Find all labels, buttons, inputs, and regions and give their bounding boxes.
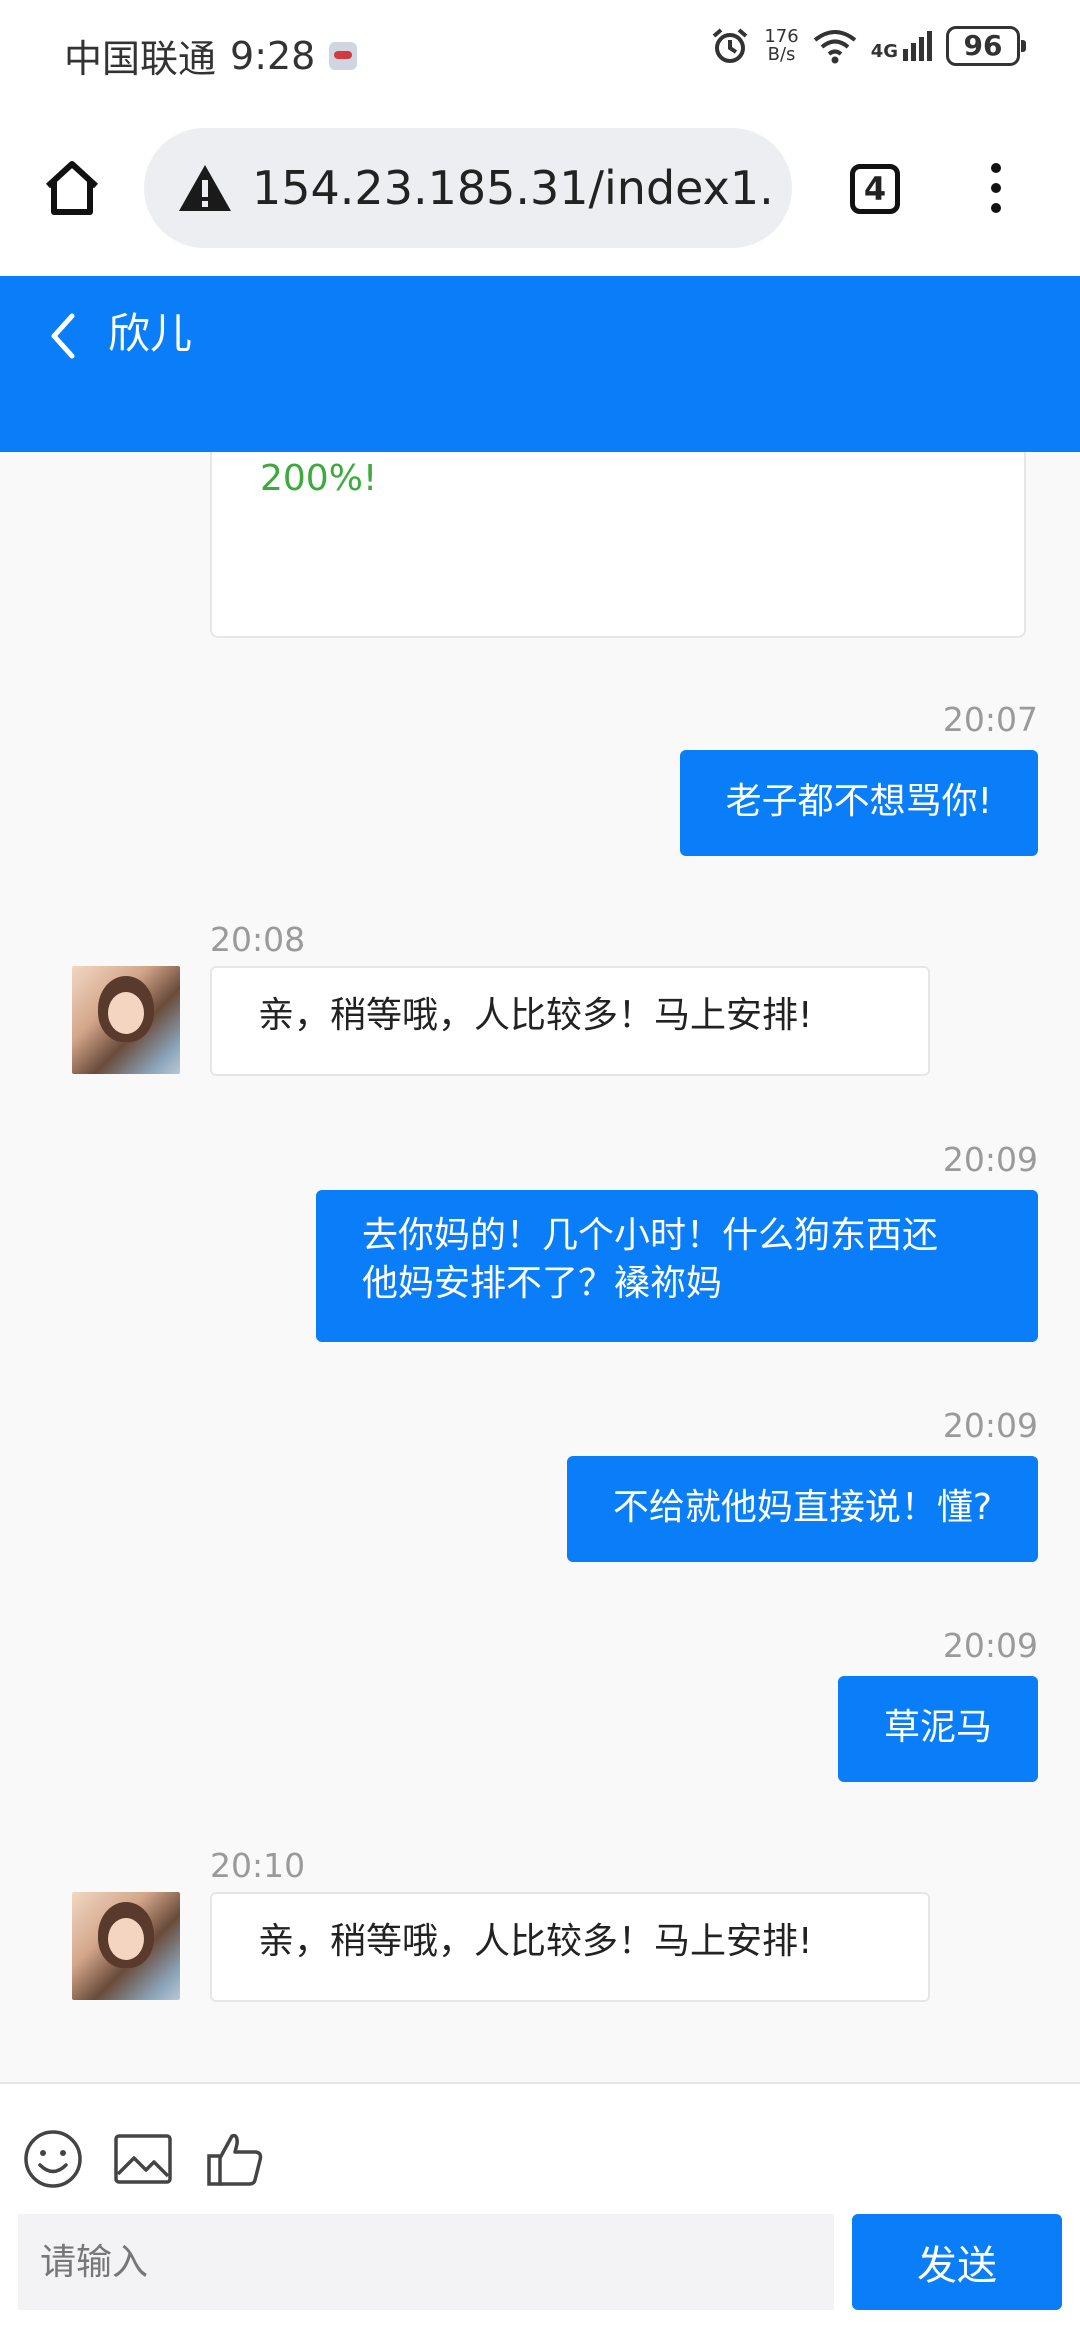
wifi-icon [813, 30, 856, 64]
address-bar[interactable]: 154.23.185.31/index1.ht [144, 128, 792, 248]
send-button[interactable]: 发送 [852, 2214, 1062, 2310]
message-time: 20:10 [210, 1846, 306, 1885]
status-right: 176 B/s 4G 96 [710, 26, 1026, 66]
browser-toolbar: 154.23.185.31/index1.ht 4 [0, 100, 1080, 276]
message-time: 20:09 [942, 1140, 1038, 1179]
status-bar: 中国联通 9:28 176 B/s 4G 96 [0, 0, 1080, 100]
image-icon[interactable] [112, 2128, 174, 2190]
contact-name: 欣儿 [108, 309, 193, 358]
outgoing-message: 去你妈的！几个小时！什么狗东西还 他妈安排不了？褬祢妈 [316, 1190, 1038, 1342]
message-input[interactable] [18, 2214, 834, 2310]
avatar[interactable] [72, 1892, 180, 2000]
emoji-icon[interactable] [22, 2128, 84, 2190]
home-icon[interactable] [40, 156, 104, 220]
chat-header: 欣儿 [0, 276, 1080, 452]
signal-bar-icon [911, 43, 916, 61]
cellular-signal: 4G [871, 31, 932, 61]
message-time: 20:07 [942, 700, 1038, 739]
incoming-message: 亲，稍等哦，人比较多！马上安排! [210, 966, 930, 1076]
chat-messages[interactable]: 200%! 20:07 老子都不想骂你! 20:08 亲，稍等哦，人比较多！马上… [0, 452, 1080, 2082]
message-time: 20:08 [210, 920, 306, 959]
signal-bar-icon [927, 31, 932, 61]
status-left: 中国联通 9:28 [64, 28, 358, 83]
network-type: 4G [870, 41, 898, 62]
composer: 发送 [0, 2082, 1080, 2342]
message-line: 去你妈的！几个小时！什么狗东西还 [362, 1215, 939, 1256]
battery-indicator: 96 [946, 26, 1026, 66]
chevron-left-icon[interactable] [44, 308, 80, 364]
thumbs-up-icon[interactable] [204, 2128, 266, 2190]
carrier-label: 中国联通 [64, 37, 217, 81]
menu-dots-icon[interactable] [976, 158, 1016, 218]
message-line: 他妈安排不了？褬祢妈 [362, 1263, 723, 1304]
tabs-icon[interactable]: 4 [850, 164, 900, 214]
network-speed-unit: B/s [767, 44, 796, 65]
outgoing-message: 不给就他妈直接说！懂? [566, 1456, 1038, 1562]
warning-icon[interactable] [176, 162, 234, 214]
url-text[interactable]: 154.23.185.31/index1.ht [252, 161, 772, 215]
incoming-message: 亲，稍等哦，人比较多！马上安排! [210, 1892, 930, 2002]
info-card: 200%! [210, 452, 1026, 638]
message-time: 20:09 [942, 1406, 1038, 1445]
outgoing-message: 草泥马 [837, 1676, 1038, 1782]
avatar[interactable] [72, 966, 180, 1074]
outgoing-message: 老子都不想骂你! [679, 750, 1038, 856]
signal-bar-icon [919, 37, 924, 61]
info-card-text: 200%! [260, 458, 378, 499]
message-time: 20:09 [942, 1626, 1038, 1665]
sim-card-icon [329, 41, 358, 70]
signal-bar-icon [903, 49, 908, 61]
network-speed: 176 B/s [764, 28, 798, 64]
alarm-icon [713, 28, 748, 63]
clock: 9:28 [230, 33, 316, 78]
